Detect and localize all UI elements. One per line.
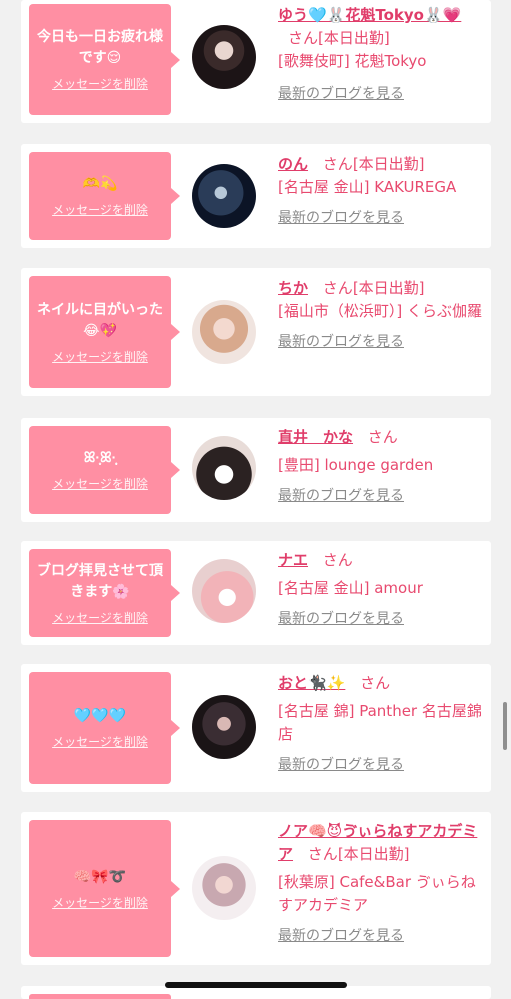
latest-blog-link[interactable]: 最新のブログを見る [278, 331, 486, 354]
honorific: さん [322, 279, 353, 297]
delete-message-link[interactable]: メッセージを削除 [52, 75, 148, 92]
message-text: ブログ拝見させて頂きます🌸 [37, 562, 163, 600]
message-bubble: ꕤ·̩͙ꕤ·̩͙ メッセージを削除 [29, 426, 180, 514]
latest-blog-link[interactable]: 最新のブログを見る [278, 925, 486, 948]
cast-name-link[interactable]: ゆう🩵🐰花魁Tokyo🐰💗 [278, 6, 461, 24]
shop-name: [名古屋 錦] Panther 名古屋錦店 [278, 702, 482, 743]
message-text: ꕤ·̩͙ꕤ·̩͙ [83, 450, 117, 466]
avatar[interactable] [192, 164, 256, 228]
cast-info: おと🐈‍⬛✨ さん [名古屋 錦] Panther 名古屋錦店 最新のブログを見… [278, 672, 486, 777]
latest-blog-link[interactable]: 最新のブログを見る [278, 207, 486, 230]
honorific: さん [288, 29, 319, 47]
message-text: 🫶💫 [82, 176, 118, 192]
favorite-card: ブログ拝見させて頂きます🌸 メッセージを削除 ナエ さん [名古屋 金山] am… [21, 541, 491, 645]
cast-name-link[interactable]: のん [278, 155, 308, 173]
message-bubble: 🩵🩵🩵 メッセージを削除 [29, 672, 180, 784]
message-bubble-partial [29, 994, 171, 999]
delete-message-link[interactable]: メッセージを削除 [52, 609, 148, 626]
shop-name: [秋葉原] Cafe&Bar ゔぃらねすアカデミア [278, 873, 476, 914]
work-status: [本日出勤] [318, 29, 390, 47]
avatar[interactable] [192, 856, 256, 920]
shop-name: [名古屋 金山] KAKUREGA [278, 178, 457, 196]
cast-info: ナエ さん [名古屋 金山] amour 最新のブログを見る [278, 549, 486, 631]
shop-name: [豊田] lounge garden [278, 456, 434, 474]
shop-name: [福山市（松浜町）] くらぶ伽羅 [278, 302, 482, 320]
favorite-card: 🧠🎀➰ メッセージを削除 ノア🧠😈ゔぃらねすアカデミア さん[本日出勤] [秋葉… [21, 812, 491, 965]
latest-blog-link[interactable]: 最新のブログを見る [278, 83, 486, 106]
cast-info: 直井 かな さん [豊田] lounge garden 最新のブログを見る [278, 426, 486, 508]
home-indicator[interactable] [165, 982, 347, 988]
honorific: さん [322, 551, 353, 569]
message-text: 今日も一日お疲れ様です😌 [37, 29, 163, 66]
cast-name-link[interactable]: 直井 かな [278, 428, 353, 446]
favorite-card: ꕤ·̩͙ꕤ·̩͙ メッセージを削除 直井 かな さん [豊田] lounge g… [21, 418, 491, 522]
honorific: さん [367, 428, 398, 446]
avatar[interactable] [192, 436, 256, 500]
avatar[interactable] [192, 695, 256, 759]
honorific: さん [322, 155, 353, 173]
message-bubble: 🫶💫 メッセージを削除 [29, 152, 180, 240]
delete-message-link[interactable]: メッセージを削除 [52, 733, 148, 750]
avatar[interactable] [192, 300, 256, 364]
cast-info: のん さん[本日出勤] [名古屋 金山] KAKUREGA 最新のブログを見る [278, 153, 486, 230]
message-text: 🩵🩵🩵 [73, 708, 127, 724]
work-status: [本日出勤] [337, 845, 410, 863]
delete-message-link[interactable]: メッセージを削除 [52, 894, 148, 911]
favorite-card: 🫶💫 メッセージを削除 のん さん[本日出勤] [名古屋 金山] KAKUREG… [21, 144, 491, 248]
delete-message-link[interactable]: メッセージを削除 [52, 201, 148, 218]
honorific: さん [307, 845, 338, 863]
honorific: さん [360, 674, 391, 692]
favorite-card: 今日も一日お疲れ様です😌 メッセージを削除 ゆう🩵🐰花魁Tokyo🐰💗 さん[本… [21, 0, 491, 123]
message-text: 🧠🎀➰ [73, 868, 127, 885]
favorite-card: ネイルに目がいった😂💖 メッセージを削除 ちか さん[本日出勤] [福山市（松浜… [21, 268, 491, 396]
message-text: ネイルに目がいった😂💖 [37, 301, 163, 339]
message-bubble: 🧠🎀➰ メッセージを削除 [29, 820, 180, 957]
cast-name-link[interactable]: ちか [278, 279, 308, 297]
message-bubble: 今日も一日お疲れ様です😌 メッセージを削除 [29, 4, 180, 115]
avatar[interactable] [192, 559, 256, 623]
shop-name: [名古屋 金山] amour [278, 579, 423, 597]
work-status: [本日出勤] [352, 155, 425, 173]
cast-info: ゆう🩵🐰花魁Tokyo🐰💗 さん[本日出勤] [歌舞伎町] 花魁Tokyo 最新… [278, 4, 486, 106]
cast-name-link[interactable]: ナエ [278, 551, 308, 569]
delete-message-link[interactable]: メッセージを削除 [52, 475, 148, 492]
message-bubble: ネイルに目がいった😂💖 メッセージを削除 [29, 276, 180, 388]
cast-name-link[interactable]: おと🐈‍⬛✨ [278, 674, 345, 692]
latest-blog-link[interactable]: 最新のブログを見る [278, 485, 486, 508]
delete-message-link[interactable]: メッセージを削除 [52, 348, 148, 365]
shop-name: [歌舞伎町] 花魁Tokyo [278, 52, 427, 70]
cast-info: ちか さん[本日出勤] [福山市（松浜町）] くらぶ伽羅 最新のブログを見る [278, 277, 486, 354]
work-status: [本日出勤] [352, 279, 425, 297]
latest-blog-link[interactable]: 最新のブログを見る [278, 608, 486, 631]
message-bubble: ブログ拝見させて頂きます🌸 メッセージを削除 [29, 549, 180, 637]
avatar[interactable] [192, 25, 256, 89]
latest-blog-link[interactable]: 最新のブログを見る [278, 754, 486, 777]
cast-info: ノア🧠😈ゔぃらねすアカデミア さん[本日出勤] [秋葉原] Cafe&Bar ゔ… [278, 820, 486, 948]
favorite-card: 🩵🩵🩵 メッセージを削除 おと🐈‍⬛✨ さん [名古屋 錦] Panther 名… [21, 664, 491, 792]
scrollbar[interactable] [503, 702, 507, 750]
